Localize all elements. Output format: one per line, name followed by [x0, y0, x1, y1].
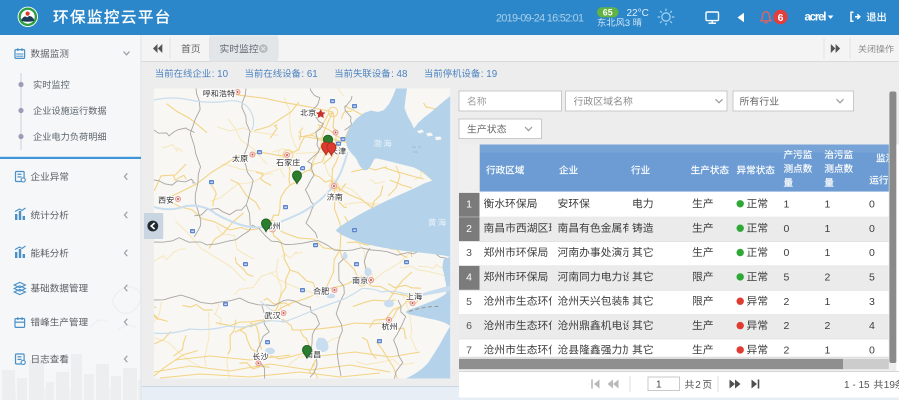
svg-text:0: 0 [869, 345, 875, 357]
svg-text:0: 0 [869, 198, 875, 210]
svg-text:6: 6 [466, 320, 472, 332]
svg-text:6: 6 [778, 12, 784, 24]
svg-text:19: 19 [884, 380, 896, 391]
svg-text:3: 3 [466, 247, 472, 259]
svg-text:65: 65 [603, 7, 613, 17]
svg-text:0: 0 [784, 223, 790, 235]
svg-text:0: 0 [784, 247, 790, 259]
svg-text:3: 3 [625, 18, 633, 28]
svg-text:1: 1 [784, 198, 790, 210]
svg-text:: 10: : 10 [212, 69, 229, 80]
svg-text:7: 7 [466, 345, 472, 357]
svg-text:3: 3 [869, 296, 875, 308]
svg-text:4: 4 [466, 272, 472, 284]
svg-text:acrel: acrel [805, 11, 827, 23]
svg-text:: 19: : 19 [481, 69, 497, 80]
svg-text:2: 2 [825, 320, 831, 332]
svg-text:2019-09-24 16:52:01: 2019-09-24 16:52:01 [496, 12, 584, 24]
svg-text:0: 0 [869, 247, 875, 259]
svg-text:5: 5 [869, 272, 875, 284]
svg-text:: 61: : 61 [301, 69, 317, 80]
svg-text:1: 1 [656, 380, 662, 391]
svg-text:2: 2 [825, 272, 831, 284]
svg-text:2: 2 [784, 345, 790, 357]
svg-text:1: 1 [466, 198, 472, 210]
svg-text:1: 1 [825, 198, 831, 210]
svg-text:1: 1 [825, 296, 831, 308]
svg-text:: 48: : 48 [391, 69, 408, 80]
svg-text:2: 2 [466, 223, 472, 235]
svg-text:0: 0 [869, 223, 875, 235]
svg-text:2: 2 [784, 320, 790, 332]
svg-text:1: 1 [825, 247, 831, 259]
svg-text:1: 1 [825, 345, 831, 357]
svg-text:5: 5 [466, 296, 472, 308]
svg-text:1: 1 [825, 223, 831, 235]
svg-text:2: 2 [695, 380, 701, 391]
svg-text:4: 4 [869, 320, 875, 332]
svg-text:1 - 15: 1 - 15 [844, 380, 870, 391]
svg-text:5: 5 [784, 272, 790, 284]
svg-text:2: 2 [784, 296, 790, 308]
